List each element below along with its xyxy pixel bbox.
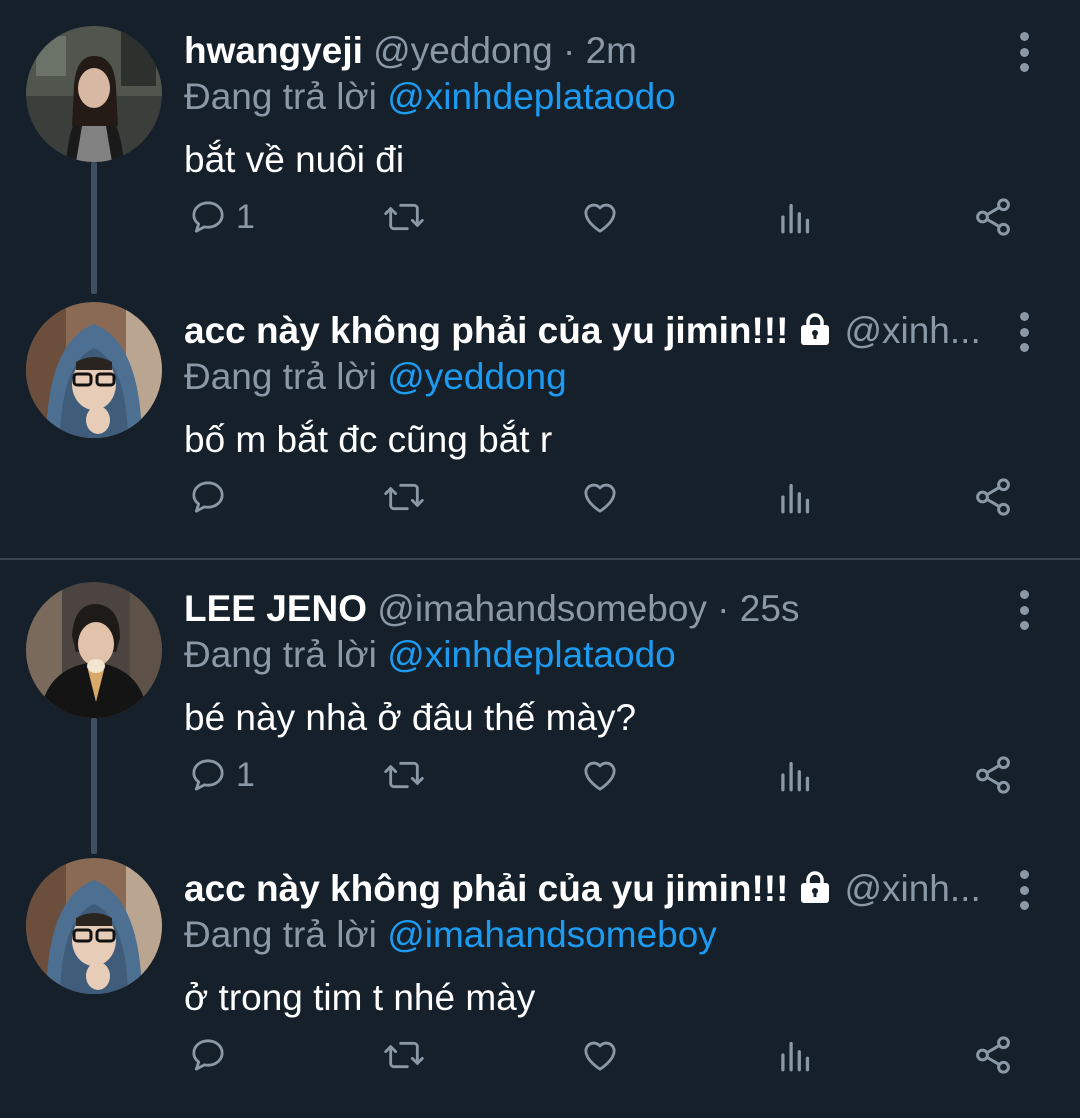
more-options-icon[interactable]	[1014, 870, 1034, 910]
reply-button[interactable]: 1	[188, 192, 255, 242]
avatar[interactable]	[26, 26, 162, 162]
like-button[interactable]	[580, 750, 620, 800]
like-button[interactable]	[580, 192, 620, 242]
replying-to-handle[interactable]: @xinhdeplataodo	[387, 634, 676, 675]
display-name[interactable]: acc này không phải của yu jimin!!!	[184, 868, 788, 909]
share-icon	[976, 198, 1010, 236]
tweet-actions	[184, 1030, 1024, 1080]
handle-and-time[interactable]: @yeddong · 2m	[373, 30, 637, 71]
handle-and-time[interactable]: @xinh...	[844, 868, 980, 909]
reply-button[interactable]	[188, 472, 236, 522]
replying-to-label: Đang trả lời	[184, 914, 377, 955]
tweet-header: acc này không phải của yu jimin!!! @xinh.…	[184, 308, 1004, 354]
like-icon	[584, 203, 616, 233]
tweet[interactable]: acc này không phải của yu jimin!!! @xinh.…	[0, 280, 1080, 558]
share-button[interactable]	[972, 192, 1014, 242]
like-icon	[584, 1041, 616, 1071]
timeline: hwangyeji @yeddong · 2m Đang trả lời @xi…	[0, 0, 1080, 1118]
handle-and-time[interactable]: @imahandsomeboy · 25s	[377, 588, 799, 629]
analytics-button[interactable]	[778, 472, 814, 522]
retweet-button[interactable]	[382, 472, 426, 522]
share-button[interactable]	[972, 750, 1014, 800]
tweet-actions: 1	[184, 750, 1024, 800]
more-options-icon[interactable]	[1014, 32, 1034, 72]
analytics-button[interactable]	[778, 192, 814, 242]
display-name[interactable]: LEE JENO	[184, 588, 367, 629]
retweet-icon	[384, 761, 424, 789]
replying-to-label: Đang trả lời	[184, 634, 377, 675]
replying-to-label: Đang trả lời	[184, 76, 377, 117]
reply-icon	[192, 1039, 224, 1071]
analytics-icon	[781, 203, 810, 234]
replying-to-label: Đang trả lời	[184, 356, 377, 397]
tweet-text: bắt về nuôi đi	[184, 139, 405, 180]
reply-icon	[192, 759, 224, 791]
tweet-actions: 1	[184, 192, 1024, 242]
tweet[interactable]: acc này không phải của yu jimin!!! @xinh.…	[0, 838, 1080, 1118]
reply-button[interactable]: 1	[188, 750, 255, 800]
display-name[interactable]: acc này không phải của yu jimin!!!	[184, 310, 788, 351]
analytics-button[interactable]	[778, 750, 814, 800]
tweet[interactable]: LEE JENO @imahandsomeboy · 25s Đang trả …	[0, 558, 1080, 854]
reply-button[interactable]	[188, 1030, 236, 1080]
like-button[interactable]	[580, 1030, 620, 1080]
analytics-icon	[781, 761, 810, 792]
analytics-icon	[781, 483, 810, 514]
share-icon	[976, 1036, 1010, 1074]
tweet-text: bố m bắt đc cũng bắt r	[184, 419, 553, 460]
share-icon	[976, 756, 1010, 794]
tweet-header: LEE JENO @imahandsomeboy · 25s	[184, 586, 1004, 632]
thread-connector	[91, 162, 97, 294]
retweet-button[interactable]	[382, 192, 426, 242]
analytics-button[interactable]	[778, 1030, 814, 1080]
retweet-icon	[384, 483, 424, 511]
tweet-header: acc này không phải của yu jimin!!! @xinh.…	[184, 866, 1004, 912]
tweet-actions	[184, 472, 1024, 522]
more-options-icon[interactable]	[1014, 590, 1034, 630]
replying-to-handle[interactable]: @yeddong	[387, 356, 567, 397]
like-icon	[584, 761, 616, 791]
like-button[interactable]	[580, 472, 620, 522]
replying-to: Đang trả lời @imahandsomeboy	[184, 912, 717, 958]
reply-count: 1	[236, 755, 255, 794]
reply-count: 1	[236, 197, 255, 236]
retweet-icon	[384, 203, 424, 231]
replying-to-handle[interactable]: @imahandsomeboy	[387, 914, 717, 955]
avatar[interactable]	[26, 858, 162, 994]
reply-icon	[192, 481, 224, 513]
replying-to: Đang trả lời @yeddong	[184, 354, 567, 400]
display-name[interactable]: hwangyeji	[184, 30, 363, 71]
replying-to-handle[interactable]: @xinhdeplataodo	[387, 76, 676, 117]
share-button[interactable]	[972, 1030, 1014, 1080]
avatar[interactable]	[26, 302, 162, 438]
share-icon	[976, 478, 1010, 516]
tweet-header: hwangyeji @yeddong · 2m	[184, 28, 1004, 74]
replying-to: Đang trả lời @xinhdeplataodo	[184, 74, 676, 120]
retweet-button[interactable]	[382, 1030, 426, 1080]
replying-to: Đang trả lời @xinhdeplataodo	[184, 632, 676, 678]
analytics-icon	[781, 1041, 810, 1072]
tweet[interactable]: hwangyeji @yeddong · 2m Đang trả lời @xi…	[0, 0, 1080, 294]
thread-connector	[91, 718, 97, 854]
share-button[interactable]	[972, 472, 1014, 522]
retweet-icon	[384, 1041, 424, 1069]
reply-icon	[192, 201, 224, 233]
avatar[interactable]	[26, 582, 162, 718]
more-options-icon[interactable]	[1014, 312, 1034, 352]
tweet-text: bé này nhà ở đâu thế mày?	[184, 697, 637, 738]
retweet-button[interactable]	[382, 750, 426, 800]
like-icon	[584, 483, 616, 513]
tweet-text: ở trong tim t nhé mày	[184, 977, 536, 1018]
handle-and-time[interactable]: @xinh...	[844, 310, 980, 351]
lock-icon	[796, 311, 834, 354]
lock-icon	[796, 869, 834, 912]
